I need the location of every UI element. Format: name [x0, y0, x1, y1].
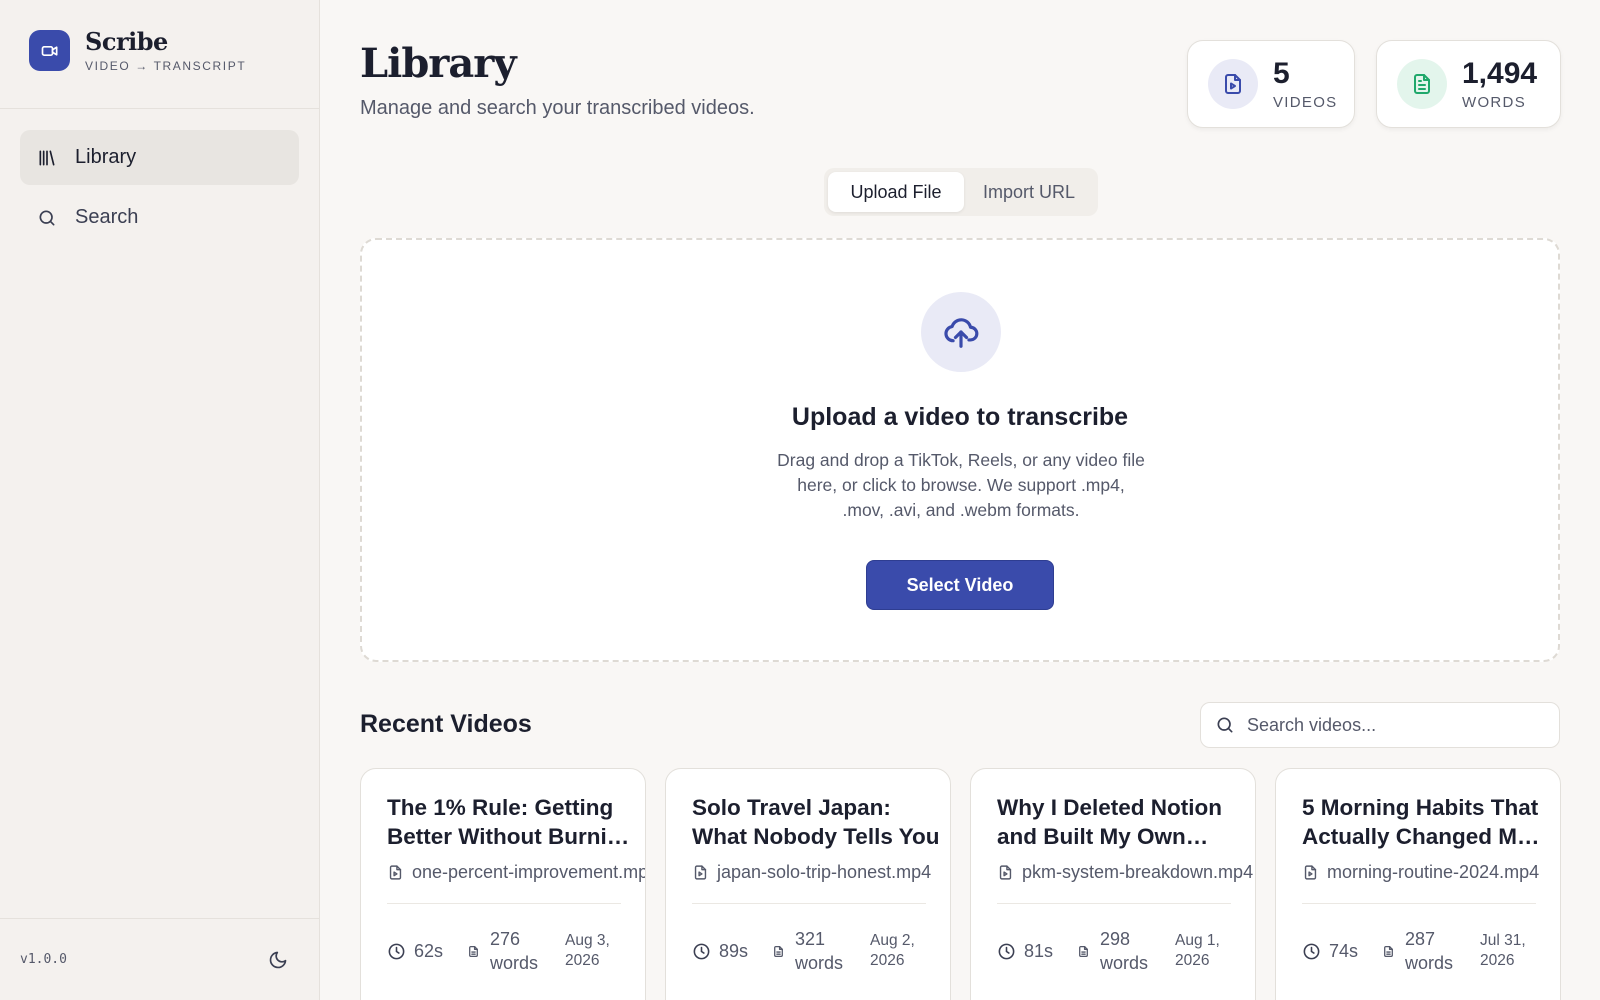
- video-title: Why I Deleted Notion and Built My Own Sy…: [997, 795, 1222, 849]
- video-filename: pkm-system-breakdown.mp4: [997, 862, 1253, 883]
- stat-value: 5: [1273, 56, 1290, 90]
- video-word-count: 321 words: [795, 929, 844, 973]
- sidebar-item-label: Library: [75, 146, 137, 168]
- video-word-count: 276 words: [490, 929, 539, 973]
- search-icon: [1217, 717, 1233, 733]
- video-meta: 62s 276 words Aug 3, 2026: [387, 927, 637, 975]
- document-icon: [1079, 945, 1088, 957]
- stat-value: 1,494: [1462, 56, 1538, 90]
- stat-label: VIDEOS: [1273, 93, 1338, 111]
- video-card[interactable]: Why I Deleted Notion and Built My Own Sy…: [970, 768, 1256, 1000]
- video-duration: 62s: [414, 940, 444, 961]
- upload-mode-tabs: Upload File Import URL: [824, 168, 1098, 216]
- sidebar-item-label: Search: [75, 206, 139, 228]
- video-title: Solo Travel Japan: What Nobody Tells You: [692, 795, 940, 849]
- sidebar-item-library[interactable]: Library: [20, 130, 299, 185]
- video-card[interactable]: 5 Morning Habits That Actually Changed M…: [1275, 768, 1561, 1000]
- page-title: Library: [360, 40, 517, 87]
- upload-dropzone[interactable]: Upload a video to transcribe Drag and dr…: [360, 238, 1560, 662]
- filename-text: morning-routine-2024.mp4: [1327, 862, 1540, 882]
- video-file-icon: [1208, 59, 1258, 109]
- moon-icon: [269, 951, 287, 969]
- tab-import-url[interactable]: Import URL: [964, 172, 1094, 212]
- filename-text: pkm-system-breakdown.mp4: [1022, 862, 1254, 882]
- video-duration: 89s: [719, 940, 749, 961]
- video-file-icon: [692, 864, 709, 881]
- video-file-icon: [1302, 864, 1319, 881]
- video-file-icon: [387, 864, 404, 881]
- page-subtitle: Manage and search your transcribed video…: [360, 97, 755, 119]
- video-filename: one-percent-improvement.mp4: [387, 862, 646, 883]
- stat-label: WORDS: [1462, 93, 1526, 111]
- brand-name: Scribe: [85, 27, 168, 56]
- video-meta: 81s 298 words Aug 1, 2026: [997, 927, 1247, 975]
- video-filename: japan-solo-trip-honest.mp4: [692, 862, 931, 883]
- video-filename: morning-routine-2024.mp4: [1302, 862, 1539, 883]
- upload-title: Upload a video to transcribe: [791, 403, 1129, 431]
- brand-subtitle: VIDEO → TRANSCRIPT: [85, 59, 247, 73]
- tab-upload-file[interactable]: Upload File: [828, 172, 964, 212]
- video-date: Jul 31, 2026: [1480, 932, 1526, 969]
- card-divider: [1302, 903, 1536, 904]
- recent-videos-title: Recent Videos: [360, 710, 532, 738]
- brand[interactable]: Scribe VIDEO → TRANSCRIPT: [29, 28, 246, 73]
- library-icon: [36, 147, 58, 169]
- video-card[interactable]: The 1% Rule: Getting Better Without Burn…: [360, 768, 646, 1000]
- document-icon: [774, 945, 783, 957]
- filename-text: one-percent-improvement.mp4: [412, 862, 646, 882]
- video-duration: 74s: [1329, 940, 1359, 961]
- sidebar-footer-divider: [0, 918, 320, 919]
- video-duration: 81s: [1024, 940, 1054, 961]
- select-video-button[interactable]: Select Video: [866, 560, 1054, 610]
- video-date: Aug 3, 2026: [565, 932, 610, 969]
- stat-card-videos: 5 VIDEOS: [1187, 40, 1355, 128]
- video-card[interactable]: Solo Travel Japan: What Nobody Tells You…: [665, 768, 951, 1000]
- sidebar: Scribe VIDEO → TRANSCRIPT Library Search…: [0, 0, 320, 1000]
- document-icon: [469, 945, 478, 957]
- video-search-input[interactable]: [1247, 714, 1547, 736]
- video-date: Aug 1, 2026: [1175, 932, 1220, 969]
- upload-description: Drag and drop a TikTok, Reels, or any vi…: [777, 450, 1145, 520]
- clock-icon: [693, 943, 710, 959]
- video-title: 5 Morning Habits That Actually Changed M…: [1302, 795, 1539, 849]
- video-meta: 74s 287 words Jul 31, 2026: [1302, 927, 1552, 975]
- video-word-count: 298 words: [1100, 929, 1149, 973]
- clock-icon: [998, 943, 1015, 959]
- search-icon: [36, 207, 58, 229]
- document-icon: [1397, 59, 1447, 109]
- sidebar-item-search[interactable]: Search: [20, 190, 299, 245]
- video-word-count: 287 words: [1405, 929, 1454, 973]
- sidebar-divider: [0, 108, 320, 109]
- clock-icon: [388, 943, 405, 959]
- card-divider: [997, 903, 1231, 904]
- card-divider: [387, 903, 621, 904]
- video-title: The 1% Rule: Getting Better Without Burn…: [387, 795, 635, 849]
- theme-toggle-button[interactable]: [266, 948, 290, 972]
- document-icon: [1384, 945, 1393, 957]
- video-camera-icon: [29, 30, 70, 71]
- video-meta: 89s 321 words Aug 2, 2026: [692, 927, 942, 975]
- filename-text: japan-solo-trip-honest.mp4: [717, 862, 932, 882]
- cloud-upload-icon: [921, 292, 1001, 372]
- version-label: v1.0.0: [20, 952, 67, 967]
- clock-icon: [1303, 943, 1320, 959]
- video-date: Aug 2, 2026: [870, 932, 915, 969]
- video-file-icon: [997, 864, 1014, 881]
- video-search-box[interactable]: [1200, 702, 1560, 748]
- card-divider: [692, 903, 926, 904]
- stat-card-words: 1,494 WORDS: [1376, 40, 1561, 128]
